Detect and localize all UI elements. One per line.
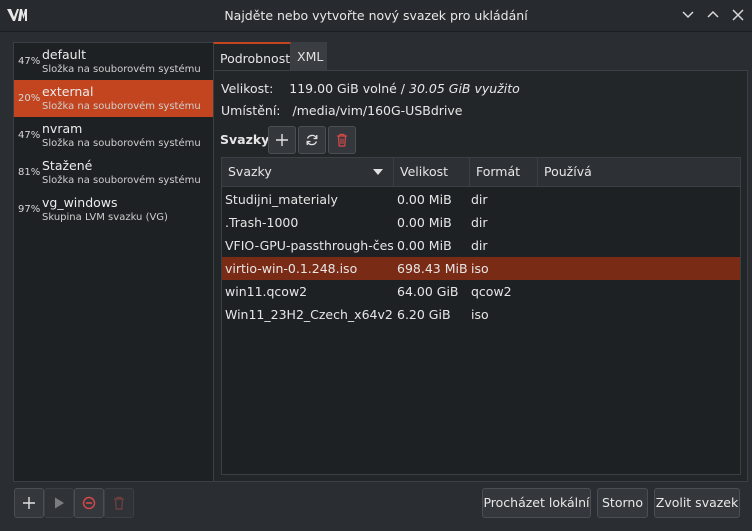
minimize-button[interactable]	[679, 6, 697, 24]
size-label: Velikost:	[221, 81, 274, 96]
volume-name: Studijni_materialy	[225, 192, 338, 207]
pool-name: Stažené	[42, 158, 93, 173]
volume-name: virtio-win-0.1.248.iso	[225, 261, 358, 276]
location-value: /media/vim/160G-USBdrive	[292, 103, 463, 118]
table-row[interactable]: .Trash-1000 0.00 MiB dir	[222, 211, 740, 234]
pool-type: Složka na souborovém systému	[42, 101, 201, 112]
volumes-label: Svazky	[220, 132, 270, 147]
column-header-label: Svazky	[228, 164, 272, 179]
pool-usage-percent: 81%	[18, 167, 41, 178]
title-bar: Najděte nebo vytvořte nový svazek pro uk…	[0, 0, 752, 32]
pool-details-panel: Velikost: 119.00 GiB volné / 30.05 GiB v…	[213, 70, 748, 482]
pool-item-nvram[interactable]: 47% nvram Složka na souborovém systému	[14, 117, 213, 154]
pool-item-external[interactable]: 20% external Složka na souborovém systém…	[14, 80, 213, 117]
size-used-value: 30.05 GiB využito	[409, 81, 520, 96]
table-row[interactable]: win11.qcow2 64.00 GiB qcow2	[222, 280, 740, 303]
delete-pool-button[interactable]	[104, 488, 134, 518]
size-free-value: 119.00 GiB volné /	[289, 81, 409, 96]
pool-item-default[interactable]: 47% default Složka na souborovém systému	[14, 43, 213, 80]
pool-name: nvram	[42, 121, 83, 136]
size-row: Velikost: 119.00 GiB volné / 30.05 GiB v…	[221, 81, 520, 96]
add-pool-button[interactable]	[14, 488, 44, 518]
trash-icon	[337, 133, 347, 147]
add-volume-button[interactable]	[268, 126, 296, 154]
stop-icon	[82, 496, 96, 510]
pool-usage-percent: 97%	[18, 204, 41, 215]
volume-format: dir	[471, 238, 488, 253]
pool-item-vg-windows[interactable]: 97% vg_windows Skupina LVM svazku (VG)	[14, 191, 213, 228]
pool-name: vg_windows	[42, 195, 118, 210]
tab-xml[interactable]: XML	[291, 42, 327, 71]
start-pool-button[interactable]	[44, 488, 74, 518]
volume-size: 64.00 GiB	[397, 284, 459, 299]
maximize-button[interactable]	[704, 6, 722, 24]
table-row[interactable]: Studijni_materialy 0.00 MiB dir	[222, 188, 740, 211]
volume-used-by	[545, 257, 735, 280]
volume-size: 0.00 MiB	[397, 192, 452, 207]
volume-used-by	[545, 188, 735, 211]
volume-format: dir	[471, 192, 488, 207]
choose-volume-button[interactable]: Zvolit svazek	[654, 488, 740, 518]
pool-usage-percent: 47%	[18, 56, 41, 67]
volume-size: 698.43 MiB	[397, 261, 468, 276]
location-label: Umístění:	[221, 103, 281, 118]
pool-name: external	[42, 84, 94, 99]
volume-name: VFIO-GPU-passthrough-česky	[225, 238, 393, 253]
location-row: Umístění: /media/vim/160G-USBdrive	[221, 103, 462, 118]
pool-name: default	[42, 47, 86, 62]
volume-size: 0.00 MiB	[397, 215, 452, 230]
table-row-selected[interactable]: virtio-win-0.1.248.iso 698.43 MiB iso	[222, 257, 740, 280]
pool-usage-percent: 47%	[18, 130, 41, 141]
window-title: Najděte nebo vytvořte nový svazek pro uk…	[224, 8, 528, 23]
browse-local-button[interactable]: Procházet lokální	[482, 488, 591, 518]
delete-volume-button[interactable]	[328, 126, 356, 154]
pool-type: Složka na souborovém systému	[42, 64, 201, 75]
volume-format: dir	[471, 215, 488, 230]
refresh-icon	[306, 134, 318, 146]
plus-icon	[23, 497, 35, 509]
chevron-down-icon	[682, 11, 694, 19]
volume-used-by	[545, 280, 735, 303]
table-row[interactable]: VFIO-GPU-passthrough-česky 0.00 MiB dir	[222, 234, 740, 257]
table-header: Svazky Velikost Formát Používá	[222, 158, 740, 187]
sort-descending-icon	[373, 169, 383, 175]
close-button[interactable]	[729, 6, 747, 24]
column-header-size[interactable]: Velikost	[394, 158, 470, 186]
volume-used-by	[545, 211, 735, 234]
volume-used-by	[545, 303, 735, 326]
column-header-used-by[interactable]: Používá	[538, 158, 740, 186]
plus-icon	[276, 134, 288, 146]
volume-format: iso	[471, 261, 489, 276]
table-row[interactable]: Win11_23H2_Czech_x64v2.iso 6.20 GiB iso	[222, 303, 740, 326]
stop-pool-button[interactable]	[74, 488, 104, 518]
column-header-format[interactable]: Formát	[470, 158, 538, 186]
volume-format: iso	[471, 307, 489, 322]
pool-type: Složka na souborovém systému	[42, 175, 201, 186]
play-icon	[55, 497, 64, 509]
close-icon	[732, 9, 744, 21]
cancel-button[interactable]: Storno	[597, 488, 648, 518]
pool-usage-percent: 20%	[18, 93, 41, 104]
volume-size: 0.00 MiB	[397, 238, 452, 253]
storage-pool-list: 47% default Složka na souborovém systému…	[13, 42, 214, 482]
volume-name: win11.qcow2	[225, 284, 308, 299]
chevron-up-icon	[707, 10, 719, 18]
pool-type: Složka na souborovém systému	[42, 138, 201, 149]
pool-item-stazene[interactable]: 81% Stažené Složka na souborovém systému	[14, 154, 213, 191]
column-header-volumes[interactable]: Svazky	[222, 158, 394, 186]
pool-type: Skupina LVM svazku (VG)	[42, 212, 168, 223]
volume-used-by	[545, 234, 735, 257]
tab-details[interactable]: Podrobnosti	[213, 42, 294, 71]
trash-icon	[114, 496, 124, 510]
volumes-table: Svazky Velikost Formát Používá Studijni_…	[221, 157, 741, 475]
volume-name: .Trash-1000	[225, 215, 299, 230]
volume-format: qcow2	[471, 284, 512, 299]
volume-name: Win11_23H2_Czech_x64v2.iso	[225, 307, 393, 322]
volume-size: 6.20 GiB	[397, 307, 451, 322]
refresh-volumes-button[interactable]	[298, 126, 326, 154]
